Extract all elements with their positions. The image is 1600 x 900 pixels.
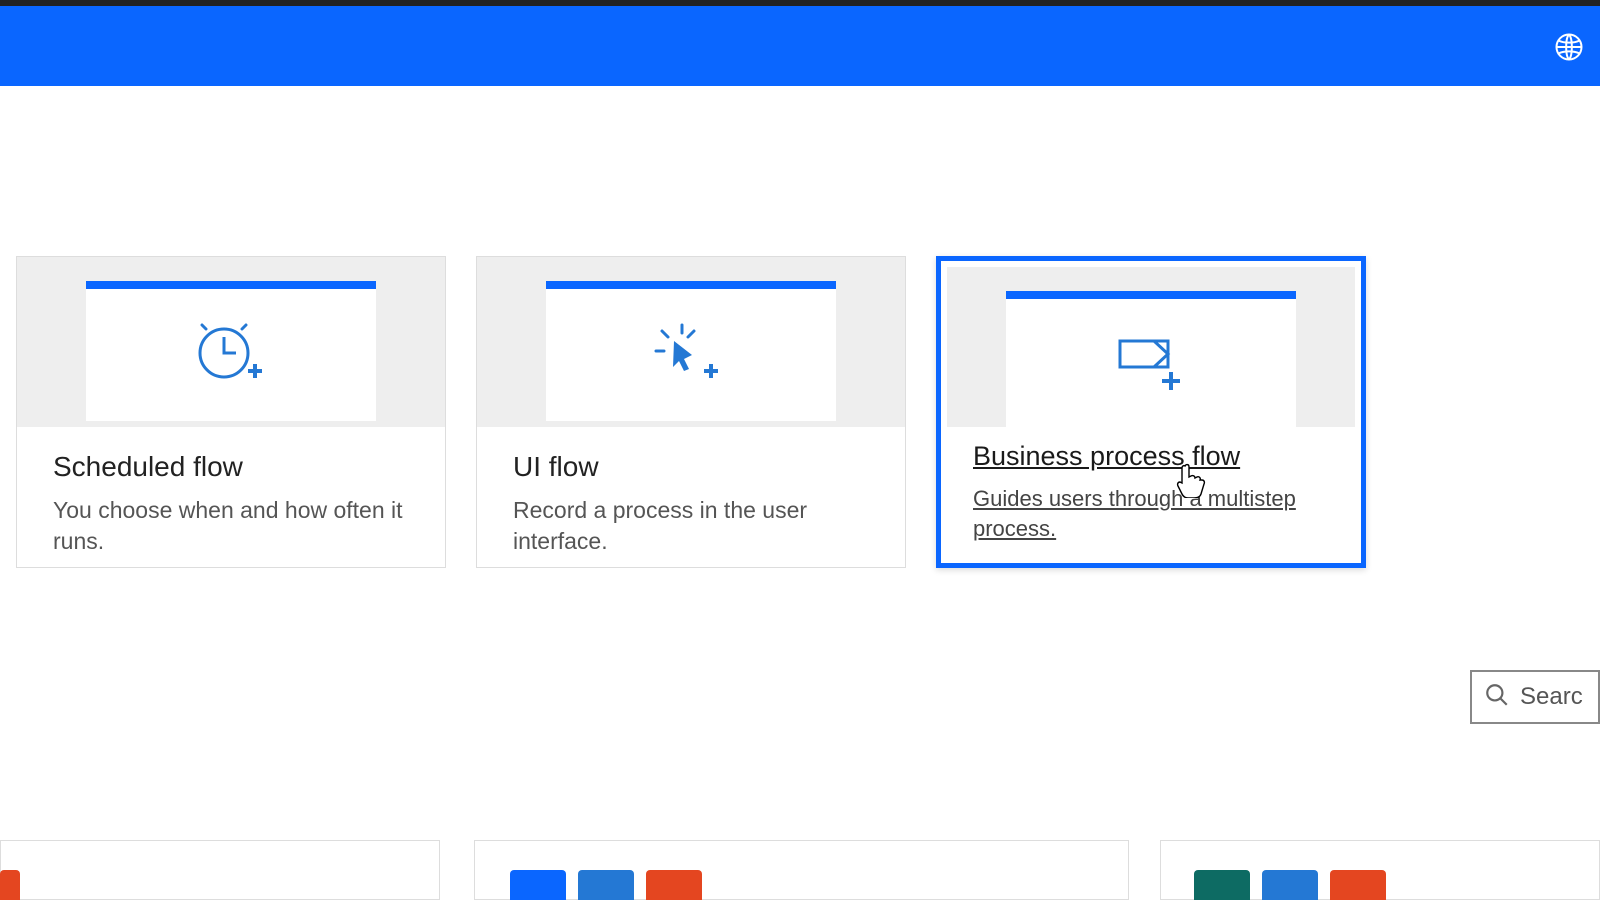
tile-icon <box>578 870 634 900</box>
tile-icon <box>646 870 702 900</box>
card-thumbnail <box>546 281 836 421</box>
card-business-process-flow[interactable]: Business process flow Guides users throu… <box>936 256 1366 568</box>
card-title: UI flow <box>513 451 869 483</box>
card-title: Business process flow <box>973 441 1329 472</box>
card-body: Scheduled flow You choose when and how o… <box>17 427 445 581</box>
card-thumbnail-area <box>477 257 905 427</box>
search-input[interactable]: Searc <box>1470 670 1600 724</box>
bottom-tiles-3 <box>1194 870 1386 900</box>
card-body: UI flow Record a process in the user int… <box>477 427 905 581</box>
tile-icon <box>1194 870 1250 900</box>
card-thumbnail <box>86 281 376 421</box>
header-bar <box>0 6 1600 86</box>
card-description: Guides users through a multistep process… <box>973 484 1329 543</box>
flow-type-cards: Scheduled flow You choose when and how o… <box>0 86 1600 568</box>
tile-icon <box>510 870 566 900</box>
card-body: Business process flow Guides users throu… <box>947 427 1355 553</box>
globe-icon[interactable] <box>1554 32 1584 62</box>
card-title: Scheduled flow <box>53 451 409 483</box>
card-ui-flow[interactable]: UI flow Record a process in the user int… <box>476 256 906 568</box>
card-thumbnail-area <box>947 267 1355 427</box>
bottom-tiles-1 <box>0 870 20 900</box>
clock-plus-icon <box>194 323 268 389</box>
cursor-click-plus-icon <box>654 323 728 389</box>
bottom-tiles-2 <box>510 870 702 900</box>
card-description: You choose when and how often it runs. <box>53 495 409 557</box>
card-scheduled-flow[interactable]: Scheduled flow You choose when and how o… <box>16 256 446 568</box>
tile-icon <box>0 870 20 900</box>
search-icon <box>1484 682 1510 713</box>
card-description: Record a process in the user interface. <box>513 495 869 557</box>
bottom-card-1[interactable] <box>0 840 440 900</box>
process-plus-icon <box>1114 333 1188 399</box>
tile-icon <box>1262 870 1318 900</box>
search-placeholder: Searc <box>1520 683 1583 711</box>
card-thumbnail <box>1006 291 1296 427</box>
tile-icon <box>1330 870 1386 900</box>
card-thumbnail-area <box>17 257 445 427</box>
